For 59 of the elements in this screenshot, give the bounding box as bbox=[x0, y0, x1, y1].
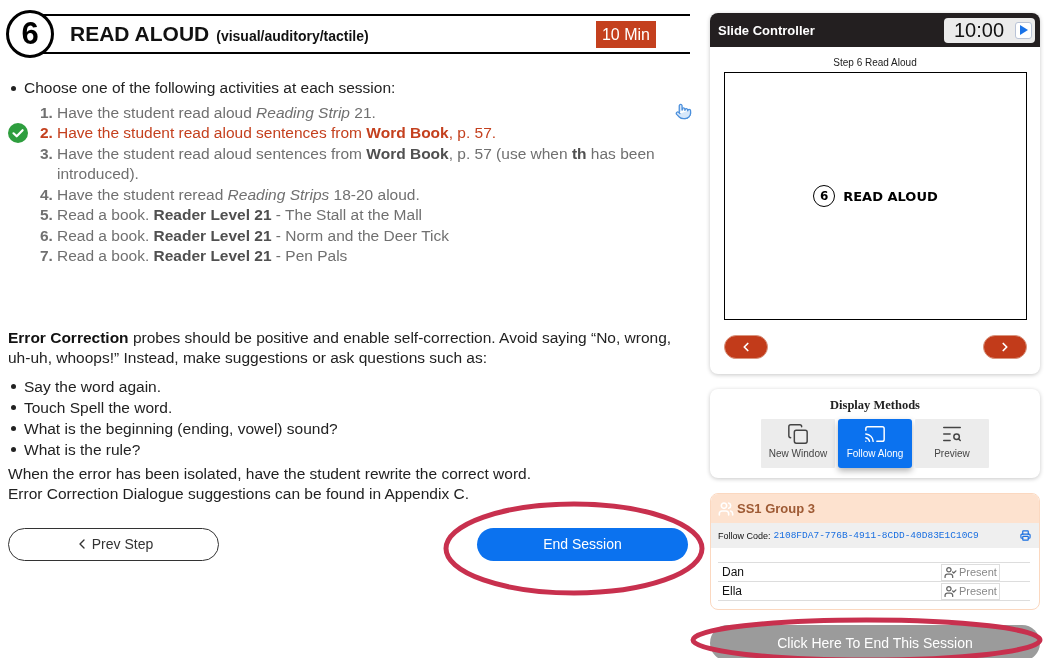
display-method-button[interactable]: New Window bbox=[761, 419, 835, 468]
item-number: 3. bbox=[40, 143, 54, 164]
cast-icon bbox=[864, 423, 886, 445]
follow-code-label: Follow Code: bbox=[718, 530, 771, 541]
user-check-icon bbox=[944, 565, 957, 579]
users-icon bbox=[718, 500, 734, 517]
hand-cursor-icon bbox=[675, 103, 692, 120]
bullet-icon bbox=[11, 85, 16, 91]
student-name: Ella bbox=[722, 584, 742, 598]
item-number: 2. bbox=[40, 123, 54, 143]
present-button[interactable]: Present bbox=[941, 582, 1000, 600]
end-session-button[interactable]: End Session bbox=[477, 527, 688, 561]
slide-title: READ ALOUD bbox=[843, 188, 938, 204]
activity-text: Read a book. Reader Level 21 - The Stall at the Mall bbox=[57, 205, 423, 225]
duration-badge: 10 Min bbox=[595, 20, 656, 48]
display-method-button[interactable]: Follow Along bbox=[838, 419, 912, 468]
play-button[interactable] bbox=[1015, 21, 1032, 39]
activity-text: Read a book. Reader Level 21 - Pen Pals bbox=[57, 246, 348, 266]
next-slide-button[interactable] bbox=[983, 335, 1027, 359]
item-number: 4. bbox=[40, 184, 54, 205]
prompt-text: What is the rule? bbox=[24, 439, 141, 460]
previous-slide-button[interactable] bbox=[724, 335, 768, 359]
activity-text: Have the student read aloud Reading Strip 21. bbox=[57, 102, 376, 123]
prompt-text: What is the beginning (ending, vowel) sound? bbox=[24, 418, 338, 439]
follow-code-value: 2108FDA7-776B-4911-8CDD-40D83E1C10C9 bbox=[773, 530, 979, 541]
note-text: Error Correction Dialogue suggestions can be found in Appendix C. bbox=[8, 484, 469, 504]
step-number: 6 bbox=[6, 10, 54, 58]
prev-step-button[interactable]: Prev Step bbox=[8, 527, 219, 561]
display-method-button[interactable]: Preview bbox=[915, 419, 989, 468]
intro-text: Choose one of the following activities at each session: bbox=[24, 78, 396, 98]
section-title: Display Methods bbox=[830, 398, 920, 413]
item-number: 5. bbox=[40, 205, 54, 225]
activity-text: Have the student read aloud sentences from Word Book, p. 57. bbox=[57, 123, 497, 143]
bullet-icon bbox=[11, 404, 16, 410]
bullet-icon bbox=[11, 446, 16, 452]
prompt-text: Say the word again. bbox=[24, 376, 161, 397]
step-title: READ ALOUD bbox=[70, 22, 210, 46]
slide-caption: Step 6 Read Aloud bbox=[832, 57, 918, 69]
user-check-icon bbox=[944, 584, 957, 598]
bullet-icon bbox=[11, 425, 16, 431]
activity-text: Have the student reread Reading Strips 18-20 aloud. bbox=[57, 184, 420, 205]
error-correction-text: Error Correction probes should be positive and enable self-correction. Avoid saying “No, wrong, uh-uh, whoops!” Instead, make suggestions or ask questions such as: bbox=[8, 327, 673, 368]
printer-icon[interactable] bbox=[1020, 530, 1031, 541]
student-name: Dan bbox=[722, 565, 744, 579]
group-name: SS1 Group 3 bbox=[737, 501, 816, 516]
item-number: 1. bbox=[40, 102, 54, 123]
timer-text: 10:00 bbox=[954, 18, 1005, 42]
play-icon bbox=[1019, 25, 1028, 35]
step-modes: (visual/auditory/tactile) bbox=[216, 28, 369, 44]
item-number: 7. bbox=[40, 246, 54, 266]
note-text: When the error has been isolated, have the student rewrite the correct word. bbox=[8, 463, 531, 484]
window-stack-icon bbox=[787, 423, 809, 445]
activity-text: Read a book. Reader Level 21 - Norm and the Deer Tick bbox=[57, 225, 449, 246]
activity-text: Have the student read aloud sentences from Word Book, p. 57 (use when th has been introduced). bbox=[57, 143, 656, 184]
item-number: 6. bbox=[40, 225, 54, 246]
panel-title: Slide Controller bbox=[718, 22, 815, 38]
bullet-icon bbox=[11, 383, 16, 389]
prompt-text: Touch Spell the word. bbox=[24, 397, 173, 418]
present-button[interactable]: Present bbox=[941, 563, 1000, 581]
